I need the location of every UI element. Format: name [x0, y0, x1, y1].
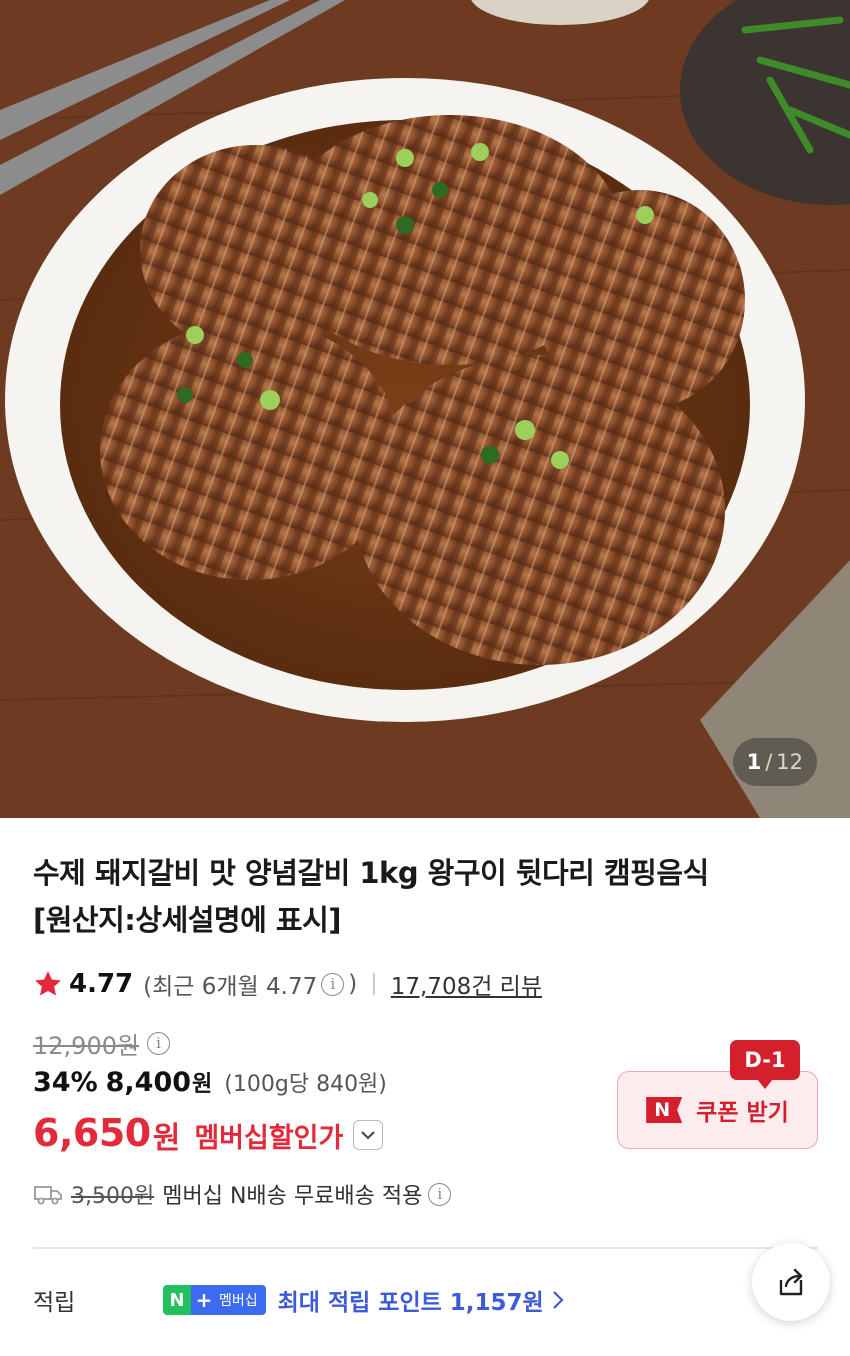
badge-text: 멤버십	[217, 1285, 266, 1315]
sale-price-won: 원	[192, 1072, 213, 1097]
coupon-label: 쿠폰 받기	[696, 1100, 789, 1126]
badge-plus: +	[191, 1285, 217, 1315]
discount-rate: 34%	[33, 1067, 98, 1098]
pager-total: 12	[776, 750, 803, 774]
dday-badge: D-1	[730, 1040, 800, 1089]
star-icon	[35, 971, 61, 996]
coupon-button[interactable]: N 쿠폰 받기	[617, 1071, 818, 1149]
coupon-area: N 쿠폰 받기 D-1	[617, 1040, 818, 1150]
member-price: 6,650	[33, 1111, 151, 1155]
sale-price-row: 34% 8,400 원 (100g당 840원)	[33, 1066, 387, 1106]
member-price-row: 6,650 원 멤버십할인가	[33, 1108, 384, 1158]
truck-icon	[34, 1186, 62, 1205]
rating-score: 4.77	[69, 969, 134, 999]
member-price-expand-button[interactable]	[353, 1120, 384, 1150]
badge-n: N	[163, 1285, 191, 1315]
image-pager: 1 / 12	[732, 738, 817, 786]
share-icon	[779, 1268, 803, 1296]
product-image[interactable]: 1 / 12	[0, 0, 850, 818]
share-button[interactable]	[752, 1243, 830, 1321]
pager-current: 1	[746, 750, 762, 774]
points-amount: 1,157원	[449, 1290, 544, 1316]
review-count-link[interactable]: 17,708건 리뷰	[391, 967, 542, 1001]
membership-badge: N + 멤버십	[163, 1285, 266, 1315]
info-icon[interactable]: i	[321, 972, 345, 996]
pager-separator: /	[765, 750, 773, 774]
chevron-down-icon	[361, 1131, 376, 1140]
member-price-label: 멤버십할인가	[194, 1122, 344, 1154]
info-icon[interactable]: i	[147, 1031, 171, 1055]
shipping-text: 멤버십 N배송 무료배송 적용	[162, 1184, 423, 1209]
product-title-line2: [원산지:상세설명에 표시]	[33, 903, 342, 937]
section-divider	[33, 1247, 818, 1249]
chevron-right-icon	[552, 1291, 564, 1309]
unit-price: (100g당 840원)	[224, 1072, 387, 1097]
original-price: 12,900원	[33, 1031, 140, 1060]
naver-logo-icon: N	[646, 1097, 683, 1123]
points-text: 최대 적립 포인트	[277, 1290, 442, 1316]
recent-rating-close: )	[348, 971, 358, 997]
sale-price: 8,400	[105, 1067, 192, 1098]
food-photo	[0, 0, 850, 818]
divider	[373, 973, 375, 995]
info-icon[interactable]: i	[428, 1182, 452, 1206]
points-label: 적립	[33, 1290, 76, 1316]
shipping-row: 3,500원 멤버십 N배송 무료배송 적용 i	[33, 1176, 455, 1212]
product-title: 수제 돼지갈비 맛 양념갈비 1kg 왕구이 뒷다리 캠핑음식 [원산지:상세설…	[33, 850, 813, 944]
points-row[interactable]: 적립 N + 멤버십 최대 적립 포인트 1,157원	[33, 1278, 564, 1322]
product-title-line1: 수제 돼지갈비 맛 양념갈비 1kg 왕구이 뒷다리 캠핑음식	[33, 856, 709, 890]
recent-rating: (최근 6개월 4.77	[143, 974, 318, 1000]
member-price-won: 원	[152, 1121, 181, 1156]
shipping-fee: 3,500원	[71, 1184, 155, 1209]
original-price-row: 12,900원 i	[33, 1025, 174, 1061]
rating-row: 4.77 (최근 6개월 4.77 i ) 17,708건 리뷰	[33, 964, 542, 1004]
